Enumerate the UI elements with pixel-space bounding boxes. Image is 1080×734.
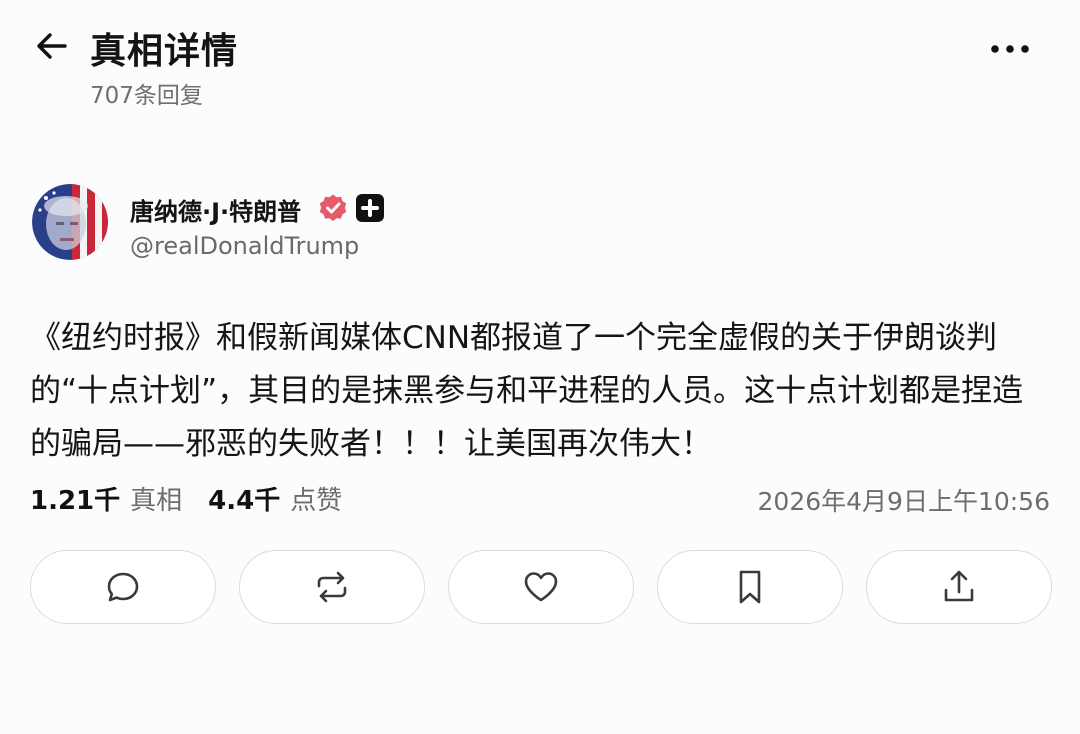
retruth-button[interactable] (239, 550, 425, 624)
post-detail-page: 真相详情 707条回复 唐纳德·J·特朗普 @realDonaldTrump 《… (0, 0, 1080, 734)
truths-count[interactable]: 1.21千 (30, 480, 120, 517)
share-icon (944, 570, 974, 602)
like-button[interactable] (448, 550, 634, 624)
reply-count: 707条回复 (90, 83, 203, 109)
author-handle[interactable]: @realDonaldTrump (130, 232, 359, 260)
truths-label[interactable]: 真相 (130, 480, 182, 517)
avatar[interactable] (32, 184, 108, 260)
more-horizontal-icon (991, 45, 1029, 53)
post-timestamp: 2026年4月9日上午10:56 (757, 487, 1050, 516)
avatar-image (32, 184, 108, 260)
reply-button[interactable] (30, 550, 216, 624)
back-button[interactable] (34, 28, 70, 64)
bookmark-icon (739, 570, 761, 604)
author-name[interactable]: 唐纳德·J·特朗普 (130, 192, 301, 227)
likes-label[interactable]: 点赞 (290, 480, 342, 517)
arrow-left-icon (37, 33, 67, 59)
share-button[interactable] (866, 550, 1052, 624)
likes-count[interactable]: 4.4千 (208, 480, 280, 517)
plus-badge-icon (356, 194, 384, 222)
more-button[interactable] (986, 36, 1034, 62)
retruth-icon (317, 571, 347, 603)
heart-icon (524, 572, 558, 602)
page-title: 真相详情 (90, 31, 239, 72)
post-text: 《纽约时报》和假新闻媒体CNN都报道了一个完全虚假的关于伊朗谈判的“十点计划”，… (30, 320, 1024, 462)
verified-badge-icon (319, 194, 347, 221)
action-bar (30, 550, 1054, 626)
reply-bubble-icon (107, 572, 139, 602)
post-stats: 1.21千 真相 4.4千 点赞 (30, 480, 368, 517)
bookmark-button[interactable] (657, 550, 843, 624)
